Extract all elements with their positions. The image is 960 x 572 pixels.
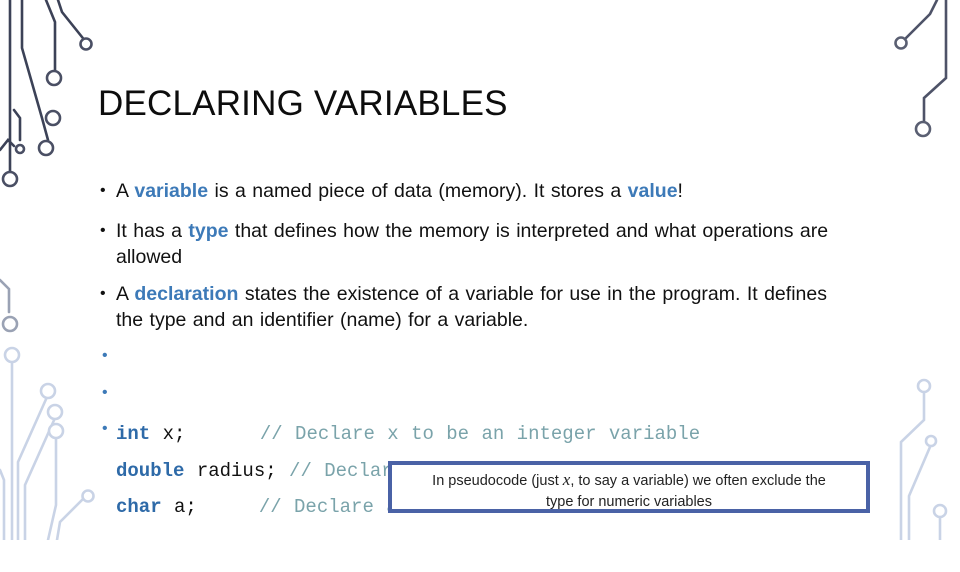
- bullet-text: A: [116, 180, 135, 202]
- bullet-dot: •: [100, 420, 110, 438]
- circuit-node: [916, 378, 932, 394]
- circuit-node: [37, 139, 55, 157]
- bullet-variable: • A variable is a named piece of data (m…: [100, 178, 683, 204]
- keyword-type: type: [188, 220, 229, 242]
- note-line-1: In pseudocode (just x, to say a variable…: [392, 469, 866, 492]
- code-keyword: char: [116, 496, 162, 518]
- circuit-node: [14, 143, 26, 155]
- pseudocode-note-box: In pseudocode (just x, to say a variable…: [388, 461, 870, 513]
- circuit-node: [914, 120, 932, 138]
- keyword-variable: variable: [134, 180, 209, 202]
- circuit-node: [39, 382, 57, 400]
- bullet-text: A: [116, 283, 135, 305]
- circuit-node: [46, 403, 64, 421]
- circuit-node: [47, 422, 65, 440]
- bullet-dot: •: [100, 222, 106, 239]
- bullet-dot: •: [100, 182, 106, 199]
- circuit-node: [1, 170, 19, 188]
- circuit-node: [79, 37, 93, 51]
- slide-title: DECLARING VARIABLES: [98, 84, 508, 123]
- circuit-node: [44, 109, 62, 127]
- bullet-dot: •: [100, 384, 110, 402]
- bullet-type: • It has a type that defines how the mem…: [100, 218, 860, 270]
- circuit-node: [81, 489, 95, 503]
- circuit-trace-top-left: [0, 0, 88, 180]
- bullet-text: It has a: [116, 220, 189, 242]
- circuit-node: [45, 69, 63, 87]
- circuit-trace-mid-left: [0, 278, 11, 314]
- circuit-node: [1, 315, 19, 333]
- bullet-dot: •: [100, 347, 110, 365]
- code-text: a;: [161, 496, 259, 518]
- bullet-text: !: [677, 180, 683, 202]
- note-text: In pseudocode (just: [432, 473, 563, 489]
- bullet-text: is a named piece of data (memory). It st…: [208, 180, 628, 202]
- circuit-node: [3, 346, 21, 364]
- keyword-value: value: [627, 180, 678, 202]
- note-line-2: type for numeric variables: [545, 494, 712, 510]
- bullet-dot: •: [100, 285, 106, 302]
- bullet-declaration: • A declaration states the existence of …: [100, 281, 840, 333]
- note-text: , to say a variable) we often exclude th…: [570, 473, 826, 489]
- keyword-declaration: declaration: [134, 283, 239, 305]
- circuit-node: [924, 434, 938, 448]
- circuit-node: [894, 36, 908, 50]
- circuit-node: [932, 503, 948, 519]
